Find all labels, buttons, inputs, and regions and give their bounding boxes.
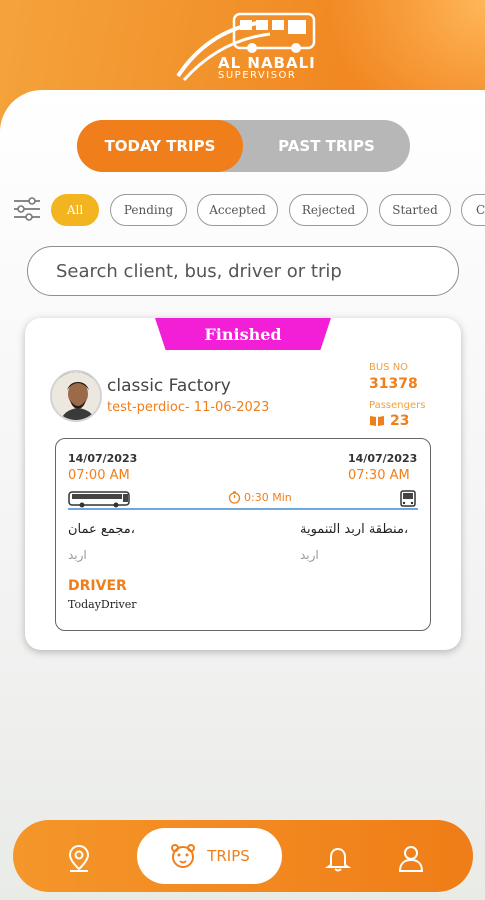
start-time: 07:00 AM — [68, 468, 130, 483]
nav-trips-button[interactable]: TRIPS — [137, 828, 282, 884]
bell-icon[interactable] — [323, 843, 353, 873]
tab-past-trips[interactable]: PAST TRIPS — [243, 120, 410, 172]
bus-side-icon — [68, 491, 130, 508]
driver-name: TodayDriver — [68, 598, 137, 611]
filter-chip-started[interactable]: Started — [379, 194, 451, 226]
user-icon[interactable] — [396, 843, 426, 873]
brand-subtitle: SUPERVISOR — [218, 70, 297, 81]
timer-icon — [228, 491, 241, 504]
bus-number: 31378 — [369, 376, 418, 392]
nav-trips-label: TRIPS — [207, 847, 250, 865]
driver-label: DRIVER — [68, 578, 127, 594]
search-input[interactable]: Search client, bus, driver or trip — [27, 246, 459, 296]
passengers-label: Passengers — [369, 400, 426, 411]
dropoff-location: منطقة اربد التنموية، — [300, 522, 409, 537]
tiger-icon — [171, 844, 196, 868]
book-icon — [370, 416, 384, 426]
trip-duration-value: 0:30 Min — [244, 491, 292, 504]
start-date: 14/07/2023 — [68, 452, 138, 465]
end-date: 14/07/2023 — [348, 452, 418, 465]
pickup-city: اربد — [68, 548, 87, 562]
tab-today-trips[interactable]: TODAY TRIPS — [77, 120, 243, 172]
avatar — [50, 370, 102, 422]
bus-front-icon — [400, 490, 416, 507]
filter-chip-accepted[interactable]: Accepted — [197, 194, 278, 226]
location-pin-icon[interactable] — [64, 843, 94, 873]
passenger-count: 23 — [369, 413, 409, 429]
filter-chip-partial[interactable]: C — [461, 194, 485, 226]
filter-chip-all[interactable]: All — [51, 194, 99, 226]
passenger-count-value: 23 — [390, 413, 410, 429]
bus-no-label: BUS NO — [369, 362, 409, 373]
filter-chip-rejected[interactable]: Rejected — [289, 194, 368, 226]
route-line — [68, 508, 418, 510]
filter-chip-pending[interactable]: Pending — [110, 194, 187, 226]
filter-sliders-icon[interactable] — [12, 196, 42, 222]
status-badge: Finished — [155, 318, 331, 350]
end-time: 07:30 AM — [348, 468, 410, 483]
trip-duration: 0:30 Min — [228, 491, 292, 504]
pickup-location: مجمع عمان، — [68, 522, 135, 537]
client-name: classic Factory — [107, 376, 231, 396]
trip-name: test-perdioc- 11-06-2023 — [107, 400, 270, 415]
dropoff-city: اربد — [300, 548, 319, 562]
